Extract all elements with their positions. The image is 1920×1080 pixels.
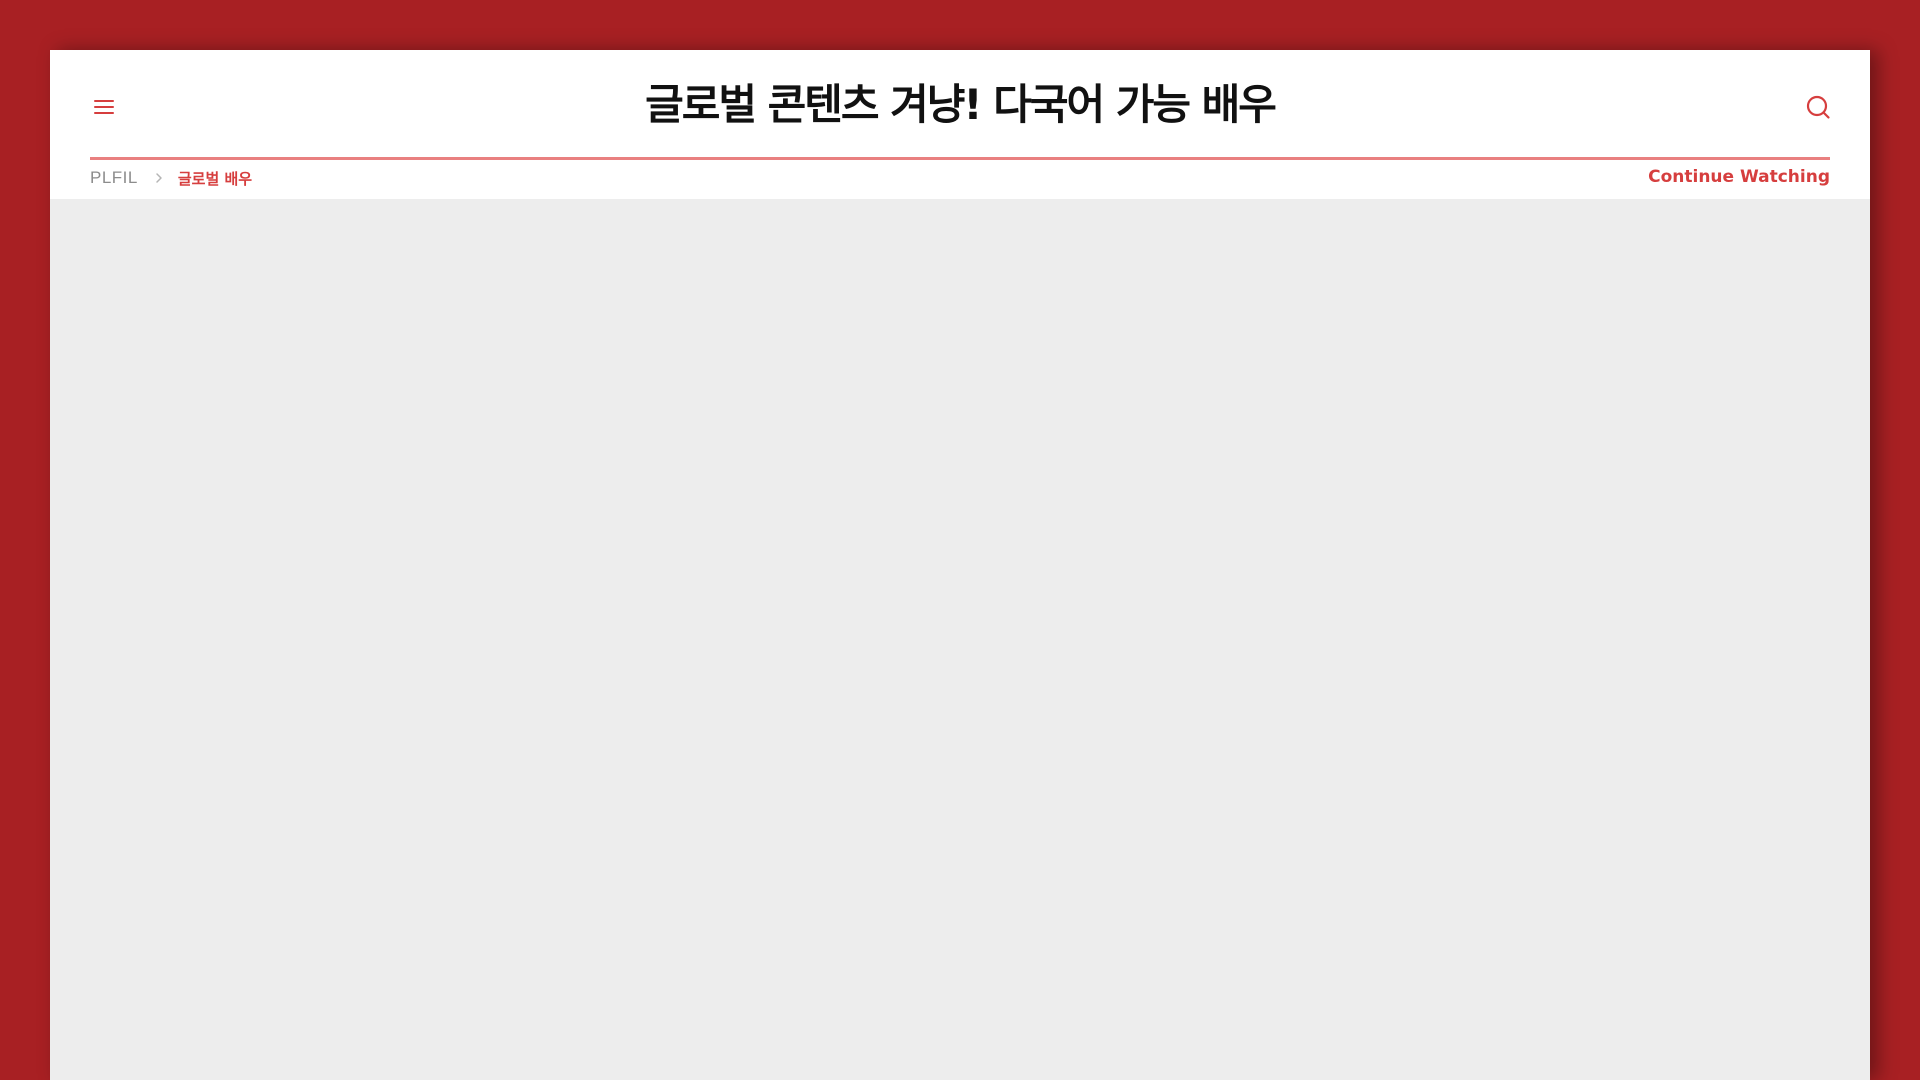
breadcrumb-current: 글로벌 배우 bbox=[177, 169, 253, 188]
page-title: 글로벌 콘텐츠 겨냥! 다국어 가능 배우 bbox=[645, 80, 1277, 129]
search-button[interactable] bbox=[1804, 93, 1832, 121]
header-divider bbox=[90, 157, 1830, 160]
page-header: 글로벌 콘텐츠 겨냥! 다국어 가능 배우 PLFIL 글로벌 배우 Conti… bbox=[50, 50, 1870, 198]
breadcrumb: PLFIL 글로벌 배우 bbox=[90, 168, 252, 188]
search-icon bbox=[1806, 95, 1830, 119]
content-area bbox=[50, 199, 1870, 1080]
page-card: 글로벌 콘텐츠 겨냥! 다국어 가능 배우 PLFIL 글로벌 배우 Conti… bbox=[50, 50, 1870, 1080]
chevron-right-icon bbox=[156, 173, 162, 183]
breadcrumb-home-link[interactable]: PLFIL bbox=[90, 168, 138, 188]
continue-watching-link[interactable]: Continue Watching bbox=[1648, 167, 1830, 187]
